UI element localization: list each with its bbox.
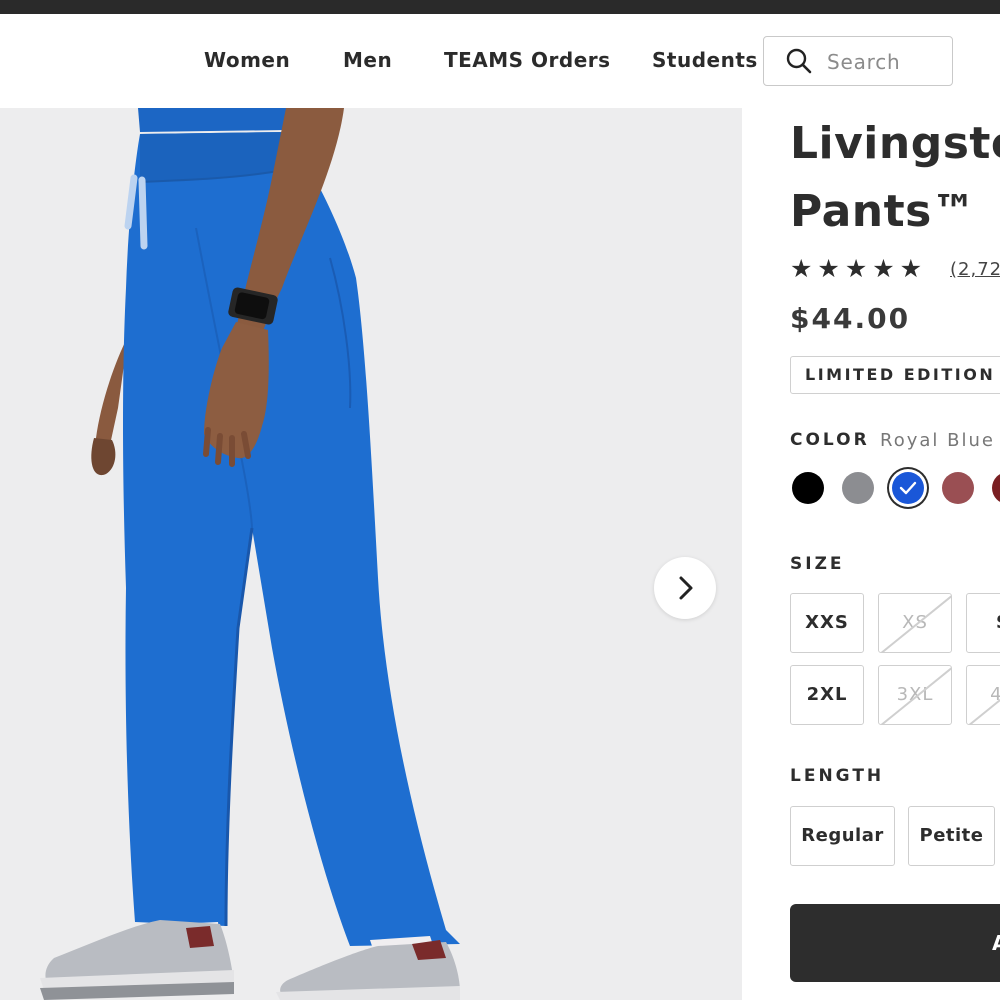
nav-men[interactable]: Men [343,48,392,72]
size-xxs-button[interactable]: XXS [790,593,864,653]
nav-teams-orders[interactable]: TEAMS Orders [444,48,611,72]
swatch-royal-blue[interactable] [892,472,924,504]
limited-edition-badge: LIMITED EDITION S [790,356,1000,394]
product-photo [40,108,460,1000]
review-count-link[interactable]: (2,72 [950,259,1000,280]
size-2xl-button[interactable]: 2XL [790,665,864,725]
nav-students[interactable]: Students [652,48,758,72]
product-price: $44.00 [790,302,911,335]
swatch-grey[interactable] [842,472,874,504]
color-label: COLOR [790,430,870,450]
swatch-burgundy[interactable] [992,472,1000,504]
length-regular-button[interactable]: Regular [790,806,895,866]
chevron-right-icon [679,576,693,600]
swatch-mauve[interactable] [942,472,974,504]
rating-stars: ★★★★★ [790,254,928,283]
length-petite-button[interactable]: Petite [908,806,995,866]
size-label: SIZE [790,554,845,574]
product-image-gallery[interactable] [0,108,742,1000]
search-input[interactable]: Search [763,36,953,86]
selected-color-name: Royal Blue [880,430,995,451]
product-details: Livingsto Pants™ ★★★★★ (2,72 $44.00 LIMI… [742,108,1000,1000]
product-title-line2: Pants™ [790,186,977,237]
product-title: Livingsto Pants™ [790,110,1000,246]
product-title-line1: Livingsto [790,118,1000,169]
search-icon [786,48,812,74]
main-navigation: Women Men TEAMS Orders Students Search [0,14,1000,108]
checkmark-icon [899,481,917,495]
nav-women[interactable]: Women [204,48,290,72]
size-4xl-button[interactable]: 4X [966,665,1000,725]
size-3xl-button[interactable]: 3XL [878,665,952,725]
top-strip [0,0,1000,14]
next-image-button[interactable] [654,557,716,619]
size-s-button[interactable]: S [966,593,1000,653]
search-placeholder: Search [827,50,901,74]
swatch-black[interactable] [792,472,824,504]
add-to-bag-button[interactable]: A [790,904,1000,982]
size-xs-button[interactable]: XS [878,593,952,653]
length-label: LENGTH [790,766,885,786]
